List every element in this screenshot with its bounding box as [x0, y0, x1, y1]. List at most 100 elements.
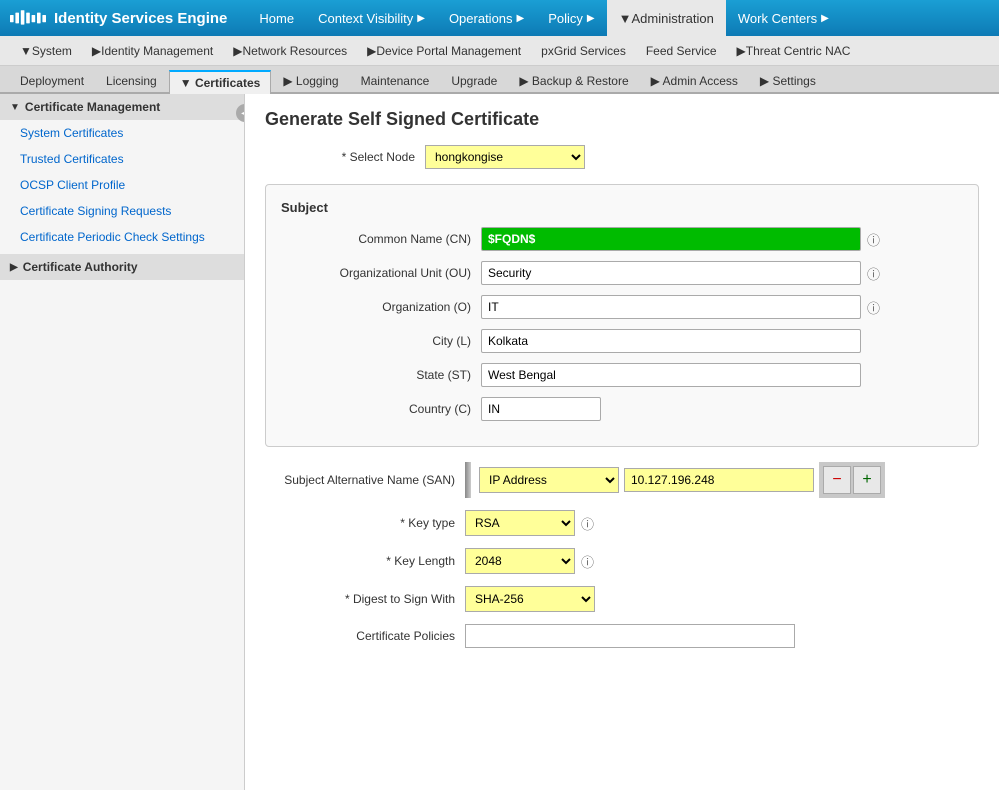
cert-policies-label: Certificate Policies	[265, 629, 465, 643]
info-icon[interactable]: ⓘ	[867, 264, 880, 283]
tab-logging[interactable]: ▶ Logging	[273, 69, 348, 92]
tab-certificates[interactable]: ▼ Certificates	[169, 70, 272, 94]
san-controls: IP Address DNS Email URI − +	[465, 462, 885, 498]
digest-row: * Digest to Sign With SHA-256 SHA-384 SH…	[265, 586, 979, 612]
org-row: Organization (O) ⓘ	[281, 295, 963, 319]
arrow-right-icon: ▶	[92, 44, 101, 58]
san-button-area: − +	[819, 462, 885, 498]
nav-feed-service[interactable]: Feed Service	[636, 36, 727, 65]
nav-administration[interactable]: ▼ Administration	[607, 0, 726, 36]
cisco-logo-icon	[10, 8, 46, 28]
state-label: State (ST)	[281, 368, 481, 382]
key-type-dropdown[interactable]: RSA ECDSA	[465, 510, 575, 536]
second-navigation: ▼ System ▶ Identity Management ▶ Network…	[0, 36, 999, 66]
org-label: Organization (O)	[281, 300, 481, 314]
common-name-input[interactable]	[481, 227, 861, 251]
top-nav-items: Home Context Visibility ▶ Operations ▶ P…	[247, 0, 989, 36]
key-type-label: * Key type	[265, 516, 465, 530]
key-length-row: * Key Length 512 1024 2048 4096 ⓘ	[265, 548, 979, 574]
nav-work-centers[interactable]: Work Centers ▶	[726, 0, 841, 36]
chevron-right-icon: ▶	[517, 13, 525, 24]
nav-policy[interactable]: Policy ▶	[536, 0, 606, 36]
chevron-right-icon: ▶	[417, 13, 425, 24]
tab-backup-restore[interactable]: ▶ Backup & Restore	[509, 69, 638, 92]
cert-policies-input[interactable]	[465, 624, 795, 648]
expand-icon: ▶	[10, 262, 18, 273]
arrow-right-icon: ▶	[283, 74, 296, 88]
digest-dropdown[interactable]: SHA-256 SHA-384 SHA-512	[465, 586, 595, 612]
chevron-right-icon: ▶	[587, 13, 595, 24]
sidebar-section-certificate-management[interactable]: ▼ Certificate Management	[0, 94, 244, 120]
cert-policies-row: Certificate Policies	[265, 624, 979, 648]
san-row: Subject Alternative Name (SAN) IP Addres…	[265, 462, 979, 498]
state-input[interactable]	[481, 363, 861, 387]
main-content: Generate Self Signed Certificate * Selec…	[245, 94, 999, 790]
page-title: Generate Self Signed Certificate	[265, 109, 979, 130]
tab-maintenance[interactable]: Maintenance	[351, 69, 440, 92]
nav-identity-management[interactable]: ▶ Identity Management	[82, 36, 223, 65]
info-icon[interactable]: ⓘ	[867, 298, 880, 317]
state-row: State (ST)	[281, 363, 963, 387]
san-label: Subject Alternative Name (SAN)	[265, 473, 465, 487]
san-type-dropdown[interactable]: IP Address DNS Email URI	[479, 467, 619, 493]
tab-admin-access[interactable]: ▶ Admin Access	[641, 69, 748, 92]
subject-title: Subject	[281, 200, 963, 215]
sidebar-item-ocsp-client-profile[interactable]: OCSP Client Profile	[0, 172, 244, 198]
san-remove-button[interactable]: −	[823, 466, 851, 494]
select-node-row: * Select Node hongkongise	[265, 145, 979, 169]
tab-settings[interactable]: ▶ Settings	[750, 69, 826, 92]
arrow-right-icon: ▶	[233, 44, 242, 58]
org-input[interactable]	[481, 295, 861, 319]
tab-licensing[interactable]: Licensing	[96, 69, 167, 92]
subject-container: Subject Common Name (CN) ⓘ Organizationa…	[265, 184, 979, 447]
sidebar-section-certificate-authority[interactable]: ▶ Certificate Authority	[0, 254, 244, 280]
key-length-label: * Key Length	[265, 554, 465, 568]
org-unit-label: Organizational Unit (OU)	[281, 266, 481, 280]
tab-navigation: Deployment Licensing ▼ Certificates ▶ Lo…	[0, 66, 999, 94]
info-icon[interactable]: ⓘ	[867, 230, 880, 249]
chevron-down-icon: ▼	[180, 76, 195, 90]
nav-home[interactable]: Home	[247, 0, 306, 36]
arrow-right-icon: ▶	[760, 74, 773, 88]
content-wrapper: ◀ ▼ Certificate Management System Certif…	[0, 94, 999, 790]
nav-context-visibility[interactable]: Context Visibility ▶	[306, 0, 437, 36]
arrow-right-icon: ▶	[519, 74, 532, 88]
select-node-dropdown[interactable]: hongkongise	[425, 145, 585, 169]
app-title: Identity Services Engine	[54, 10, 227, 27]
arrow-right-icon: ▶	[651, 74, 663, 88]
nav-threat-centric-nac[interactable]: ▶ Threat Centric NAC	[727, 36, 861, 65]
city-label: City (L)	[281, 334, 481, 348]
country-row: Country (C)	[281, 397, 963, 421]
info-icon[interactable]: ⓘ	[581, 552, 594, 571]
san-drag-handle[interactable]	[465, 462, 471, 498]
nav-device-portal-management[interactable]: ▶ Device Portal Management	[357, 36, 531, 65]
country-input[interactable]	[481, 397, 601, 421]
san-add-button[interactable]: +	[853, 466, 881, 494]
chevron-down-icon: ▼	[619, 11, 632, 26]
common-name-label: Common Name (CN)	[281, 232, 481, 246]
city-row: City (L)	[281, 329, 963, 353]
city-input[interactable]	[481, 329, 861, 353]
sidebar-item-trusted-certificates[interactable]: Trusted Certificates	[0, 146, 244, 172]
digest-label: * Digest to Sign With	[265, 592, 465, 606]
sidebar-item-certificate-signing-requests[interactable]: Certificate Signing Requests	[0, 198, 244, 224]
chevron-right-icon: ▶	[821, 13, 829, 24]
key-length-dropdown[interactable]: 512 1024 2048 4096	[465, 548, 575, 574]
select-node-label: * Select Node	[265, 150, 425, 164]
sidebar-item-system-certificates[interactable]: System Certificates	[0, 120, 244, 146]
san-value-input[interactable]	[624, 468, 814, 492]
nav-network-resources[interactable]: ▶ Network Resources	[223, 36, 357, 65]
org-unit-row: Organizational Unit (OU) ⓘ	[281, 261, 963, 285]
arrow-right-icon: ▶	[737, 44, 746, 58]
key-type-row: * Key type RSA ECDSA ⓘ	[265, 510, 979, 536]
top-navigation: Identity Services Engine Home Context Vi…	[0, 0, 999, 36]
nav-system[interactable]: ▼ System	[10, 36, 82, 65]
sidebar: ◀ ▼ Certificate Management System Certif…	[0, 94, 245, 790]
tab-upgrade[interactable]: Upgrade	[441, 69, 507, 92]
tab-deployment[interactable]: Deployment	[10, 69, 94, 92]
nav-operations[interactable]: Operations ▶	[437, 0, 536, 36]
org-unit-input[interactable]	[481, 261, 861, 285]
sidebar-item-certificate-periodic-check-settings[interactable]: Certificate Periodic Check Settings	[0, 224, 244, 250]
info-icon[interactable]: ⓘ	[581, 514, 594, 533]
nav-pxgrid-services[interactable]: pxGrid Services	[531, 36, 636, 65]
